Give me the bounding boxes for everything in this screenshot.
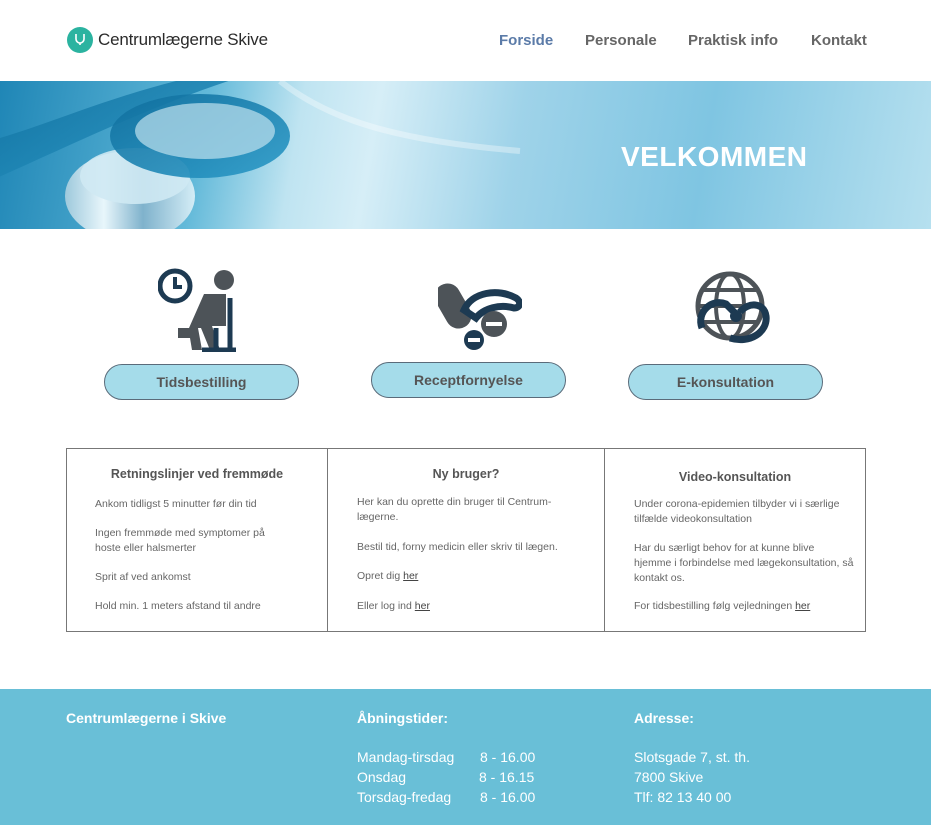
nav-personale[interactable]: Personale: [585, 32, 657, 49]
site-footer: Centrumlægerne i Skive Åbningstider: Man…: [0, 689, 931, 825]
video-booking-text: For tidsbestilling følg vejledningen her: [634, 599, 859, 614]
guideline-item: Hold min. 1 meters afstand til andre: [95, 600, 261, 612]
login-label: Eller log ind: [357, 600, 412, 612]
e-konsultation-button[interactable]: E-konsultation: [628, 364, 823, 400]
video-text: Har du særligt behov for at kunne blive …: [634, 542, 854, 584]
video-title: Video-konsultation: [678, 470, 792, 484]
address-block: Slotsgade 7, st. th. 7800 Skive Tlf: 82 …: [634, 747, 834, 807]
phone-number[interactable]: Tlf: 82 13 40 00: [634, 787, 834, 807]
pills-icon: [434, 268, 524, 357]
nav-praktisk-info[interactable]: Praktisk info: [688, 32, 778, 49]
hours-row: Onsdag 8 - 16.15: [357, 767, 577, 787]
brand-name: Centrumlægerne Skive: [98, 30, 268, 49]
hours-day: Torsdag-fredag: [357, 789, 452, 805]
logo[interactable]: Centrumlægerne Skive: [67, 27, 268, 53]
hours-time: 8 - 16.15: [479, 769, 535, 785]
new-user-text: Bestil tid, forny medicin eller skriv ti…: [357, 541, 558, 553]
hours-row: Torsdag-fredag 8 - 16.00: [357, 787, 577, 807]
guideline-item: Ingen fremmøde med symptomer på hoste el…: [95, 527, 265, 554]
address-title: Adresse:: [634, 710, 694, 726]
login-link[interactable]: her: [415, 600, 430, 612]
hours-time: 8 - 16.00: [480, 749, 536, 765]
guideline-item: Sprit af ved ankomst: [95, 571, 191, 583]
new-user-title: Ny bruger?: [432, 467, 500, 481]
hours-day: Mandag-tirsdag: [357, 749, 455, 765]
opening-hours-title: Åbningstider:: [357, 710, 448, 726]
site-header: Centrumlægerne Skive Forside Personale P…: [0, 0, 931, 81]
address-line: 7800 Skive: [634, 769, 704, 785]
waiting-room-clock-icon: [157, 266, 242, 357]
receptfornyelse-button[interactable]: Receptfornyelse: [371, 362, 566, 398]
guideline-item: Ankom tidligst 5 minutter før din tid: [95, 498, 257, 510]
opening-hours-list: Mandag-tirsdag 8 - 16.00 Onsdag 8 - 16.15 …: [357, 747, 577, 807]
video-text: Under corona-epidemien tilbyder vi i sær…: [634, 498, 840, 525]
hero-title: VELKOMMEN: [621, 141, 808, 172]
hero-banner: VELKOMMEN: [0, 81, 931, 229]
globe-stethoscope-icon: [690, 268, 774, 357]
new-user-text: Her kan du oprette din bruger til Centru…: [357, 496, 552, 523]
nav-forside[interactable]: Forside: [499, 32, 553, 49]
video-booking-link[interactable]: her: [795, 600, 810, 612]
hours-time: 8 - 16.00: [480, 789, 536, 805]
info-box-video: Video-konsultation Under corona-epidemie…: [604, 448, 866, 632]
info-box-new-user: Ny bruger? Her kan du oprette din bruger…: [327, 448, 605, 632]
video-booking-label: For tidsbestilling følg vejledningen: [634, 600, 793, 612]
create-user-text: Opret dig her: [357, 569, 587, 584]
address-line: Slotsgade 7, st. th.: [634, 749, 750, 765]
hours-row: Mandag-tirsdag 8 - 16.00: [357, 747, 577, 767]
tidsbestilling-button[interactable]: Tidsbestilling: [104, 364, 299, 400]
stethoscope-logo-icon: [67, 27, 93, 53]
guidelines-title: Retningslinjer ved fremmøde: [110, 467, 284, 481]
footer-clinic-name: Centrumlægerne i Skive: [66, 710, 227, 726]
login-text: Eller log ind her: [357, 599, 587, 614]
info-box-guidelines: Retningslinjer ved fremmøde Ankom tidlig…: [66, 448, 328, 632]
create-user-link[interactable]: her: [403, 570, 418, 582]
nav-kontakt[interactable]: Kontakt: [811, 32, 867, 49]
hours-day: Onsdag: [357, 769, 407, 785]
create-user-label: Opret dig: [357, 570, 401, 582]
